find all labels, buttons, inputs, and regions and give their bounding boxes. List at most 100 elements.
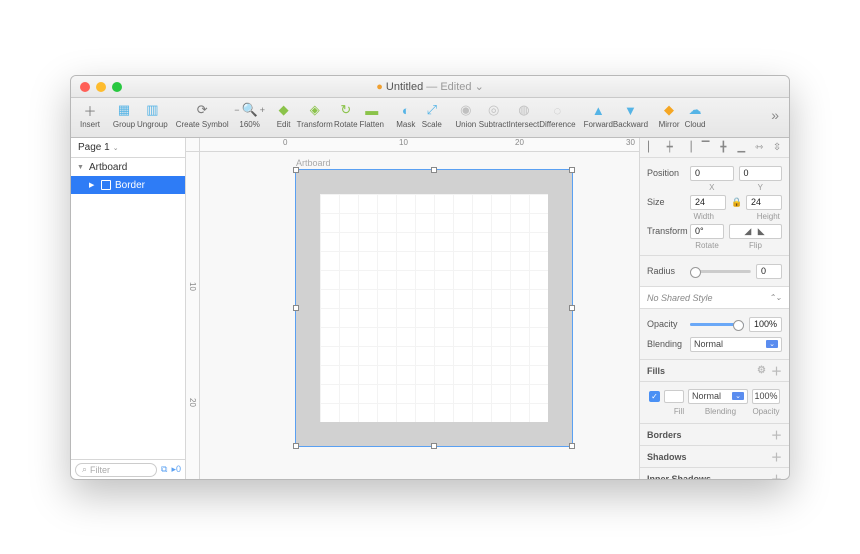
- resize-handle[interactable]: [293, 443, 299, 449]
- difference-button[interactable]: ◌Difference: [539, 101, 575, 129]
- artboard-label[interactable]: Artboard: [296, 158, 331, 168]
- fill-enabled-checkbox[interactable]: ✓: [649, 391, 660, 402]
- edit-label: Edit: [277, 120, 291, 129]
- shared-style-select[interactable]: No Shared Style ⌃⌄: [640, 287, 789, 309]
- cloud-button[interactable]: ☁Cloud: [682, 101, 708, 129]
- toolbar-overflow-icon[interactable]: »: [767, 101, 783, 123]
- ruler-horizontal[interactable]: 0 10 20 30: [186, 138, 639, 152]
- flip-buttons[interactable]: ◢ ◣: [729, 224, 782, 239]
- resize-handle[interactable]: [293, 167, 299, 173]
- transform-icon: ◈: [306, 101, 324, 119]
- blending-select[interactable]: Normal⌄: [690, 337, 782, 352]
- distribute-h-icon[interactable]: ⇿: [753, 142, 765, 154]
- fills-section: Fills ⚙ ＋: [640, 360, 789, 382]
- radius-slider[interactable]: [690, 270, 751, 273]
- dirty-indicator: ●: [376, 81, 383, 93]
- resize-handle[interactable]: [569, 443, 575, 449]
- resize-handle[interactable]: [569, 167, 575, 173]
- zoom-button[interactable]: [112, 82, 122, 92]
- create-symbol-button[interactable]: ⟳Create Symbol: [176, 101, 229, 129]
- flatten-icon: ▬: [363, 101, 381, 119]
- flatten-button[interactable]: ▬Flatten: [359, 101, 385, 129]
- backward-icon: ▼: [621, 101, 639, 119]
- canvas[interactable]: Artboard: [200, 152, 639, 479]
- filter-count[interactable]: ▸0: [171, 464, 181, 475]
- scale-button[interactable]: ⤢Scale: [419, 101, 445, 129]
- resize-handle[interactable]: [431, 443, 437, 449]
- title-dropdown-icon[interactable]: ⌄: [475, 81, 484, 93]
- fill-opacity-input[interactable]: 100%: [752, 389, 780, 404]
- align-right-icon[interactable]: ▕: [682, 142, 694, 154]
- disclosure-triangle-icon[interactable]: ▶: [89, 181, 97, 189]
- disclosure-triangle-icon[interactable]: ▼: [77, 164, 85, 171]
- size-label: Size: [647, 197, 685, 207]
- resize-handle[interactable]: [431, 167, 437, 173]
- shared-style-label: No Shared Style: [647, 293, 769, 303]
- fill-blend-select[interactable]: Normal⌄: [688, 389, 748, 404]
- flip-label: Flip: [729, 241, 782, 250]
- rotate-button[interactable]: ↻Rotate: [333, 101, 359, 129]
- gear-icon[interactable]: ⚙: [757, 365, 766, 376]
- x-input[interactable]: 0: [690, 166, 734, 181]
- group-button[interactable]: ▦Group: [111, 101, 137, 129]
- opacity-slider[interactable]: [690, 323, 744, 326]
- filter-input[interactable]: ⌕ Filter: [75, 463, 157, 477]
- rotate-input[interactable]: 0°: [690, 224, 724, 239]
- layer-label: Artboard: [89, 162, 127, 173]
- forward-button[interactable]: ▲Forward: [584, 101, 613, 129]
- distribute-v-icon[interactable]: ⇳: [771, 142, 783, 154]
- radius-input[interactable]: 0: [756, 264, 782, 279]
- union-button[interactable]: ◉Union: [453, 101, 479, 129]
- add-border-icon[interactable]: ＋: [771, 427, 782, 443]
- ungroup-button[interactable]: ▥Ungroup: [137, 101, 168, 129]
- page-selector[interactable]: Page 1 ⌄: [71, 138, 185, 158]
- align-bottom-icon[interactable]: ▁: [735, 142, 747, 154]
- mirror-button[interactable]: ◆Mirror: [656, 101, 682, 129]
- union-icon: ◉: [457, 101, 475, 119]
- minimize-button[interactable]: [96, 82, 106, 92]
- add-shadow-icon[interactable]: ＋: [771, 449, 782, 465]
- lock-icon[interactable]: 🔒: [731, 197, 741, 208]
- close-button[interactable]: [80, 82, 90, 92]
- add-fill-icon[interactable]: ＋: [771, 363, 782, 379]
- align-left-icon[interactable]: ▏: [646, 142, 658, 154]
- align-center-icon[interactable]: ┿: [664, 142, 676, 154]
- resize-handle[interactable]: [293, 305, 299, 311]
- group-label: Group: [113, 120, 135, 129]
- backward-label: Backward: [613, 120, 648, 129]
- layer-border[interactable]: ▶ Border: [71, 176, 185, 194]
- layers-panel: Page 1 ⌄ ▼ Artboard ▶ Border ⌕ Filter: [71, 138, 186, 479]
- dropdown-icon: ⌄: [732, 392, 744, 400]
- filter-toggle-icon[interactable]: ⧉: [161, 464, 167, 475]
- width-input[interactable]: 24: [690, 195, 726, 210]
- intersect-button[interactable]: ◍Intersect: [509, 101, 540, 129]
- align-top-icon[interactable]: ▔: [700, 142, 712, 154]
- backward-button[interactable]: ▼Backward: [613, 101, 648, 129]
- rotate-label: Rotate: [690, 241, 724, 250]
- borders-section[interactable]: Borders＋: [640, 424, 789, 446]
- resize-handle[interactable]: [569, 305, 575, 311]
- opacity-input[interactable]: 100%: [749, 317, 782, 332]
- y-input[interactable]: 0: [739, 166, 783, 181]
- chevron-down-icon: ⌄: [113, 144, 119, 152]
- mask-button[interactable]: ◐Mask: [393, 101, 419, 129]
- transform-label: Transform: [297, 120, 333, 129]
- height-input[interactable]: 24: [746, 195, 782, 210]
- fill-color-swatch[interactable]: [664, 390, 684, 403]
- shadows-section[interactable]: Shadows＋: [640, 446, 789, 468]
- add-inner-shadow-icon[interactable]: ＋: [771, 471, 782, 480]
- edit-button[interactable]: ◆Edit: [271, 101, 297, 129]
- ruler-vertical[interactable]: 10 20: [186, 152, 200, 479]
- document-title[interactable]: Untitled: [386, 81, 423, 93]
- layer-artboard[interactable]: ▼ Artboard: [71, 158, 185, 176]
- align-middle-icon[interactable]: ╋: [717, 142, 729, 154]
- subtract-button[interactable]: ◎Subtract: [479, 101, 509, 129]
- inner-shadows-section[interactable]: Inner Shadows＋: [640, 468, 789, 479]
- titlebar: ● Untitled — Edited ⌄: [71, 76, 789, 98]
- insert-button[interactable]: ＋Insert: [77, 101, 103, 129]
- zoom-control[interactable]: −🔍+160%: [237, 101, 263, 129]
- transform-button[interactable]: ◈Transform: [297, 101, 333, 129]
- forward-label: Forward: [584, 120, 613, 129]
- ruler-corner[interactable]: [186, 138, 200, 152]
- ruler-tick: 10: [188, 282, 197, 291]
